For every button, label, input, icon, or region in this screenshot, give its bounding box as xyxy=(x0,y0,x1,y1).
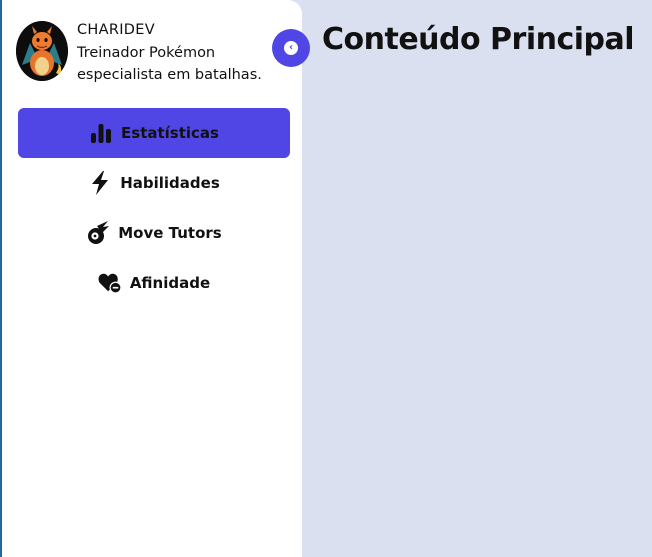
sidebar: CHARIDEV Treinador Pokémon especialista … xyxy=(2,0,302,557)
sidebar-item-label: Habilidades xyxy=(120,174,220,192)
charizard-avatar-icon xyxy=(16,21,68,81)
sidebar-item-habilidades[interactable]: Habilidades xyxy=(18,158,290,208)
profile-text: CHARIDEV Treinador Pokémon especialista … xyxy=(77,20,295,86)
profile-name: CHARIDEV xyxy=(77,22,155,38)
sidebar-item-label: Estatísticas xyxy=(121,124,219,142)
profile-bio: Treinador Pokémon especialista em batalh… xyxy=(77,45,262,83)
sidebar-item-label: Move Tutors xyxy=(118,224,222,242)
lightning-bolt-icon xyxy=(88,171,112,195)
avatar xyxy=(16,21,68,81)
chevron-left-icon: ‹ xyxy=(284,41,298,55)
sidebar-item-label: Afinidade xyxy=(129,274,211,292)
heart-minus-icon xyxy=(98,271,122,295)
sidebar-item-afinidade[interactable]: Afinidade xyxy=(18,258,290,308)
bar-chart-icon xyxy=(89,121,113,145)
sidebar-item-estatisticas[interactable]: Estatísticas xyxy=(18,108,290,158)
main-content: Conteúdo Principal xyxy=(302,0,652,557)
sidebar-nav: Estatísticas Habilidades Move Tutors Afi… xyxy=(18,108,290,308)
sidebar-item-move-tutors[interactable]: Move Tutors xyxy=(18,208,290,258)
page-title: Conteúdo Principal xyxy=(322,22,635,57)
comet-icon xyxy=(86,221,110,245)
